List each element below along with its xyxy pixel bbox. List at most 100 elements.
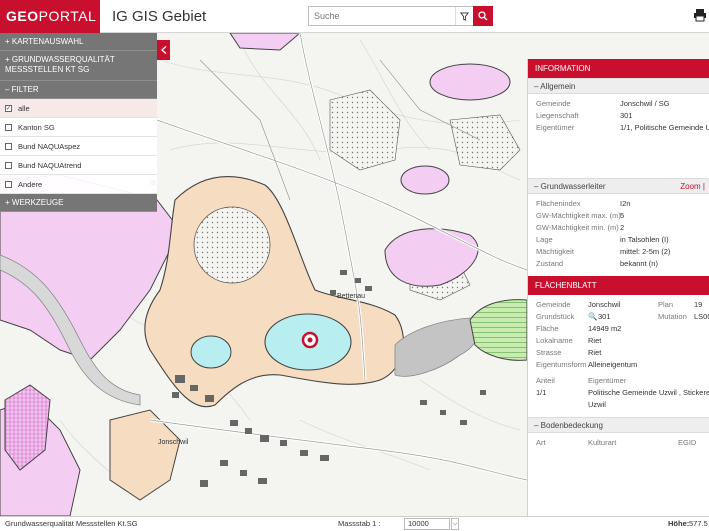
filter-item-andere[interactable]: Andere xyxy=(0,175,157,194)
info-value: Jonschwil / SG xyxy=(620,99,670,108)
info-value: bekannt (n) xyxy=(620,259,658,268)
search-button[interactable] xyxy=(473,6,493,26)
fb-value: Politische Gemeinde Uzwil , Stickereipla… xyxy=(588,388,709,397)
info-panel: INFORMATION – Allgemein Gemeinde Jonschwi… xyxy=(527,59,709,516)
info-title: INFORMATION xyxy=(528,59,709,78)
logo-text-rest: PORTAL xyxy=(38,8,97,24)
minus-icon: – xyxy=(534,182,541,191)
fb-row: Lokalname Riet xyxy=(528,335,709,347)
fb-row: Gemeinde Jonschwil Plan 19 xyxy=(528,299,709,311)
info-key: Lage xyxy=(536,235,553,244)
filter-item-label: Andere xyxy=(18,179,43,189)
search-input[interactable] xyxy=(309,7,455,25)
info-row: Liegenschaft 301 xyxy=(528,110,709,122)
fb-key: Eigentümer xyxy=(588,376,627,385)
fb-row: 1/1 Politische Gemeinde Uzwil , Stickerei… xyxy=(528,387,709,399)
info-row: Gemeinde Jonschwil / SG xyxy=(528,98,709,110)
fb-value: Riet xyxy=(588,348,602,357)
fb-row: Eigentumsform Alleineigentum xyxy=(528,359,709,371)
print-button[interactable] xyxy=(693,8,707,22)
grundwasserleiter-section-header[interactable]: – Grundwasserleiter Zoom | xyxy=(528,178,709,194)
info-value: I2n xyxy=(620,199,631,208)
fb-row: Uzwil xyxy=(528,399,709,411)
fb-key: Lokalname xyxy=(536,336,573,345)
filter-item-label: Bund NAQUAspez xyxy=(18,141,81,151)
allgemein-title: Allgemein xyxy=(540,82,576,91)
allgemein-section-header[interactable]: – Allgemein xyxy=(528,78,709,94)
checkbox-checked-icon[interactable]: ✓ xyxy=(5,104,12,112)
fb-value: 19 xyxy=(694,300,703,309)
geoportal-logo[interactable]: GEOPORTAL xyxy=(0,0,100,33)
fb-key: Mutation xyxy=(658,312,687,321)
search-icon[interactable]: 🔍 xyxy=(588,311,597,323)
fb-row: Anteil Eigentümer xyxy=(528,375,709,387)
place-label-jonschwil: Jonschwil xyxy=(158,439,189,446)
filter-item-bund-naquatrend[interactable]: Bund NAQUAtrend xyxy=(0,156,157,175)
minus-icon: – xyxy=(534,421,541,430)
search-icon xyxy=(478,11,488,21)
info-row: Eigentümer 1/1, Politische Gemeinde Uzwil xyxy=(528,122,709,134)
fb-value: 301 xyxy=(598,312,611,321)
fb-row: Grundstück 🔍 301 Mutation LS000 xyxy=(528,311,709,323)
plus-icon: + xyxy=(5,198,12,207)
fb-key: Grundstück xyxy=(536,312,575,321)
bodenbedeckung-title: Bodenbedeckung xyxy=(540,421,603,430)
fb-key: Eigentumsform xyxy=(536,360,587,369)
filter-item-label: Bund NAQUAtrend xyxy=(18,160,82,170)
collapse-panel-button[interactable] xyxy=(157,40,170,60)
fb-key: Anteil xyxy=(536,376,555,385)
info-row: Mächtigkeit mittel: 2-5m (2) xyxy=(528,246,709,258)
fb-key: Strasse xyxy=(536,348,562,357)
filter-label: FILTER xyxy=(11,85,39,94)
info-row: Zustand bekannt (n) xyxy=(528,258,709,270)
checkbox-icon[interactable] xyxy=(5,180,12,188)
info-value: in Talsohlen (I) xyxy=(620,235,669,244)
bb-header-row: Art Kulturart EGID xyxy=(528,437,709,449)
fb-row: Fläche 14949 m2 xyxy=(528,323,709,335)
info-key: Gemeinde xyxy=(536,99,571,108)
chevron-left-icon xyxy=(160,46,166,54)
info-key: Eigentümer xyxy=(536,123,575,132)
info-value: mittel: 2-5m (2) xyxy=(620,247,671,256)
plus-icon: + xyxy=(5,55,12,64)
info-value: 2 xyxy=(620,223,625,232)
filter-item-kanton-sg[interactable]: Kanton SG xyxy=(0,118,157,137)
info-row: Flächenindex I2n xyxy=(528,198,709,210)
flaechenblatt-title: FLÄCHENBLATT xyxy=(528,276,709,295)
fb-value: 14949 m2 xyxy=(588,324,622,333)
checkbox-icon[interactable] xyxy=(5,161,12,169)
info-row: GW-Mächtigkeit min. (m) 2 xyxy=(528,222,709,234)
fb-key: Gemeinde xyxy=(536,300,571,309)
layer-header[interactable]: + GRUNDWASSERQUALITÄT MESSSTELLEN KT SG xyxy=(0,51,157,81)
kartenauswahl-header[interactable]: + KARTENAUSWAHL xyxy=(0,33,157,51)
plus-icon: + xyxy=(5,37,12,46)
bodenbedeckung-section-header[interactable]: – Bodenbedeckung xyxy=(528,417,709,433)
status-bar: Grundwasserqualität Messstellen Kt.SG Ma… xyxy=(0,516,709,531)
info-key: GW-Mächtigkeit min. (m) xyxy=(536,223,619,232)
werkzeuge-header[interactable]: + WERKZEUGE xyxy=(0,194,157,212)
fb-value: 1/1 xyxy=(536,388,547,397)
bb-col-kulturart: Kulturart xyxy=(588,438,617,447)
fb-value: Alleineigentum xyxy=(588,360,638,369)
checkbox-icon[interactable] xyxy=(5,123,12,131)
werkzeuge-label: WERKZEUGE xyxy=(11,198,64,207)
search-filter-button[interactable] xyxy=(455,7,473,25)
scale-input[interactable]: 10000 xyxy=(404,518,450,530)
bb-col-egid: EGID xyxy=(678,438,697,447)
filter-item-label: alle xyxy=(18,103,30,113)
chevron-down-icon[interactable]: ⌵ xyxy=(451,518,459,530)
info-value: 301 xyxy=(620,111,633,120)
bb-col-art: Art xyxy=(536,438,546,447)
hoehe-value: 577.5 xyxy=(689,519,708,528)
checkbox-icon[interactable] xyxy=(5,142,12,150)
logo-text-bold: GEO xyxy=(6,8,39,24)
filter-item-alle[interactable]: ✓ alle xyxy=(0,99,157,118)
fb-key: Fläche xyxy=(536,324,559,333)
filter-header[interactable]: – FILTER xyxy=(0,81,157,99)
zoom-link[interactable]: Zoom | xyxy=(680,179,705,195)
filter-icon xyxy=(460,11,469,21)
info-key: GW-Mächtigkeit max. (m) xyxy=(536,211,621,220)
filter-item-bund-naquaspez[interactable]: Bund NAQUAspez xyxy=(0,137,157,156)
info-key: Zustand xyxy=(536,259,564,268)
location-marker-icon[interactable] xyxy=(301,331,319,349)
